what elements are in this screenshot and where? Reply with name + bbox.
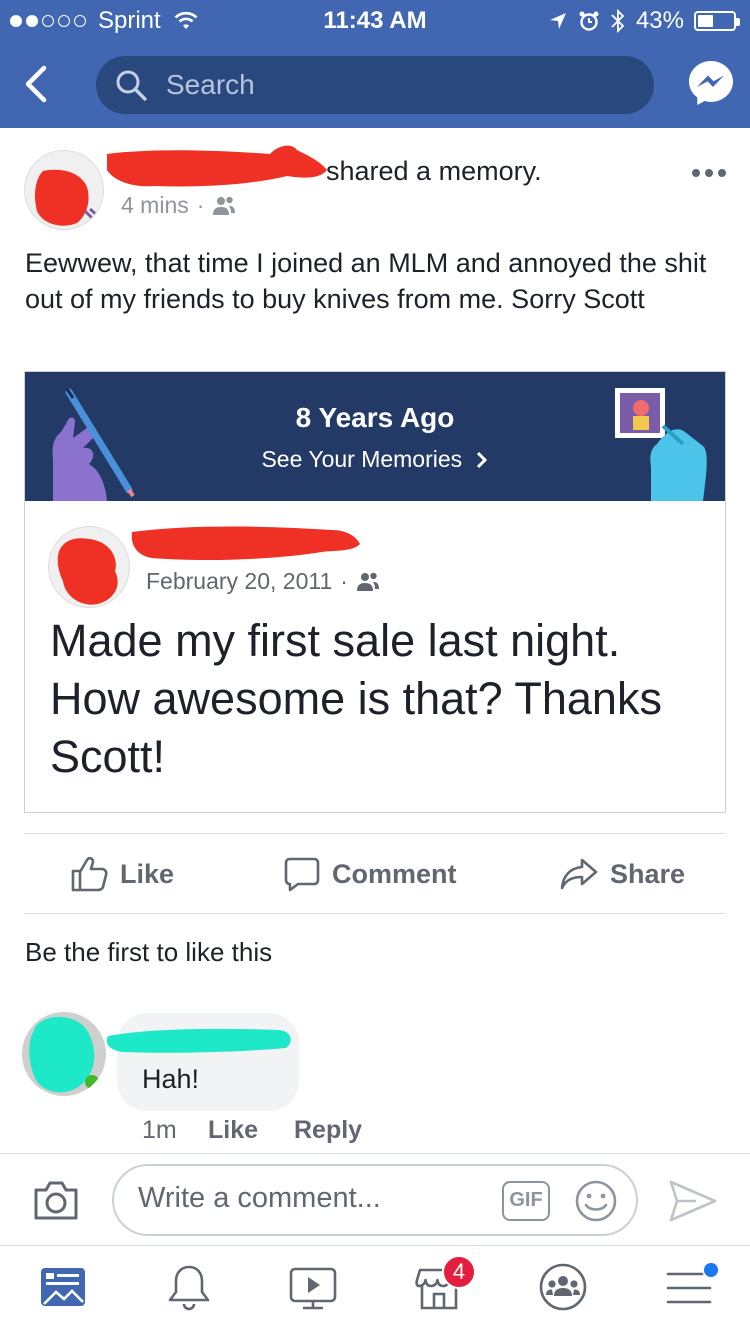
- gif-button[interactable]: GIF: [502, 1181, 550, 1221]
- original-post-meta: February 20, 2011 ·: [146, 568, 380, 595]
- post-time[interactable]: 4 mins: [121, 192, 189, 219]
- avatar-redaction: [29, 1016, 99, 1093]
- likes-summary: Be the first to like this: [25, 937, 273, 967]
- post-body: Eewwew, that time I joined an MLM and an…: [25, 248, 707, 314]
- original-avatar[interactable]: [48, 526, 130, 608]
- divider: [0, 1153, 750, 1154]
- menu-notification-dot: [704, 1263, 718, 1277]
- share-button[interactable]: Share: [560, 850, 685, 898]
- more-options-icon[interactable]: [692, 165, 728, 181]
- comment-text: Hah!: [142, 1064, 200, 1094]
- like-label: Like: [120, 858, 175, 889]
- commenter-avatar[interactable]: [22, 1012, 106, 1096]
- divider: [0, 1245, 750, 1246]
- nav-bar: [0, 40, 750, 128]
- watch-icon[interactable]: [288, 1262, 338, 1312]
- separator-dot: ·: [196, 192, 205, 218]
- notifications-icon[interactable]: [164, 1262, 214, 1312]
- post-action-text: shared a memory.: [326, 156, 542, 186]
- search-icon: [116, 70, 147, 101]
- messenger-icon[interactable]: [686, 58, 736, 108]
- like-button[interactable]: Like: [70, 850, 174, 898]
- status-right: 43%: [548, 7, 740, 35]
- search-input[interactable]: [166, 69, 606, 101]
- see-memories-label: See Your Memories: [261, 446, 463, 472]
- comment-reply-link[interactable]: Reply: [294, 1116, 362, 1145]
- divider: [24, 833, 726, 834]
- status-bar: Sprint 11:43 AM 43%: [0, 0, 750, 40]
- original-post-text: Made my first sale last night. How aweso…: [50, 615, 662, 782]
- share-label: Share: [610, 858, 686, 889]
- news-feed-icon[interactable]: [38, 1262, 88, 1312]
- battery-percent: 43%: [635, 7, 684, 34]
- name-redaction: [131, 526, 360, 560]
- comment-input[interactable]: [138, 1182, 488, 1215]
- avatar-redaction: [35, 169, 100, 226]
- friends-icon[interactable]: [356, 571, 380, 593]
- poster-avatar[interactable]: [24, 150, 104, 230]
- camera-icon[interactable]: [32, 1178, 80, 1222]
- memory-banner[interactable]: 8 Years Ago See Your Memories: [25, 372, 725, 501]
- comment-label: Comment: [332, 858, 457, 889]
- search-bar[interactable]: [96, 56, 654, 114]
- separator-dot: ·: [340, 568, 348, 594]
- friends-icon[interactable]: [212, 195, 236, 217]
- comment-like-link[interactable]: Like: [208, 1116, 258, 1145]
- name-redaction: [106, 1028, 291, 1053]
- back-chevron-icon[interactable]: [18, 60, 58, 108]
- post-meta: 4 mins ·: [121, 192, 236, 219]
- comment-time: 1m: [142, 1116, 177, 1144]
- send-icon[interactable]: [668, 1178, 718, 1224]
- bluetooth-icon: [611, 8, 625, 34]
- avatar-redaction: [57, 538, 118, 605]
- name-redaction: [107, 145, 327, 187]
- chevron-right-icon: [476, 451, 487, 469]
- groups-icon[interactable]: [538, 1262, 588, 1312]
- alarm-icon: [579, 11, 599, 31]
- comment-composer[interactable]: GIF: [112, 1164, 638, 1236]
- hand-photo-illustration: [615, 388, 707, 501]
- comment-icon: [284, 857, 320, 892]
- original-post-date[interactable]: February 20, 2011: [146, 568, 332, 595]
- divider: [24, 913, 726, 914]
- top-header: Sprint 11:43 AM 43%: [0, 0, 750, 128]
- battery-icon: [694, 11, 740, 31]
- comment-button[interactable]: Comment: [284, 850, 457, 898]
- thumbs-up-icon: [71, 856, 108, 892]
- share-icon: [560, 858, 598, 890]
- battery-level: [698, 15, 713, 27]
- marketplace-badge: 4: [442, 1255, 476, 1289]
- sticker-icon[interactable]: [574, 1179, 618, 1223]
- location-arrow-icon: [549, 13, 566, 29]
